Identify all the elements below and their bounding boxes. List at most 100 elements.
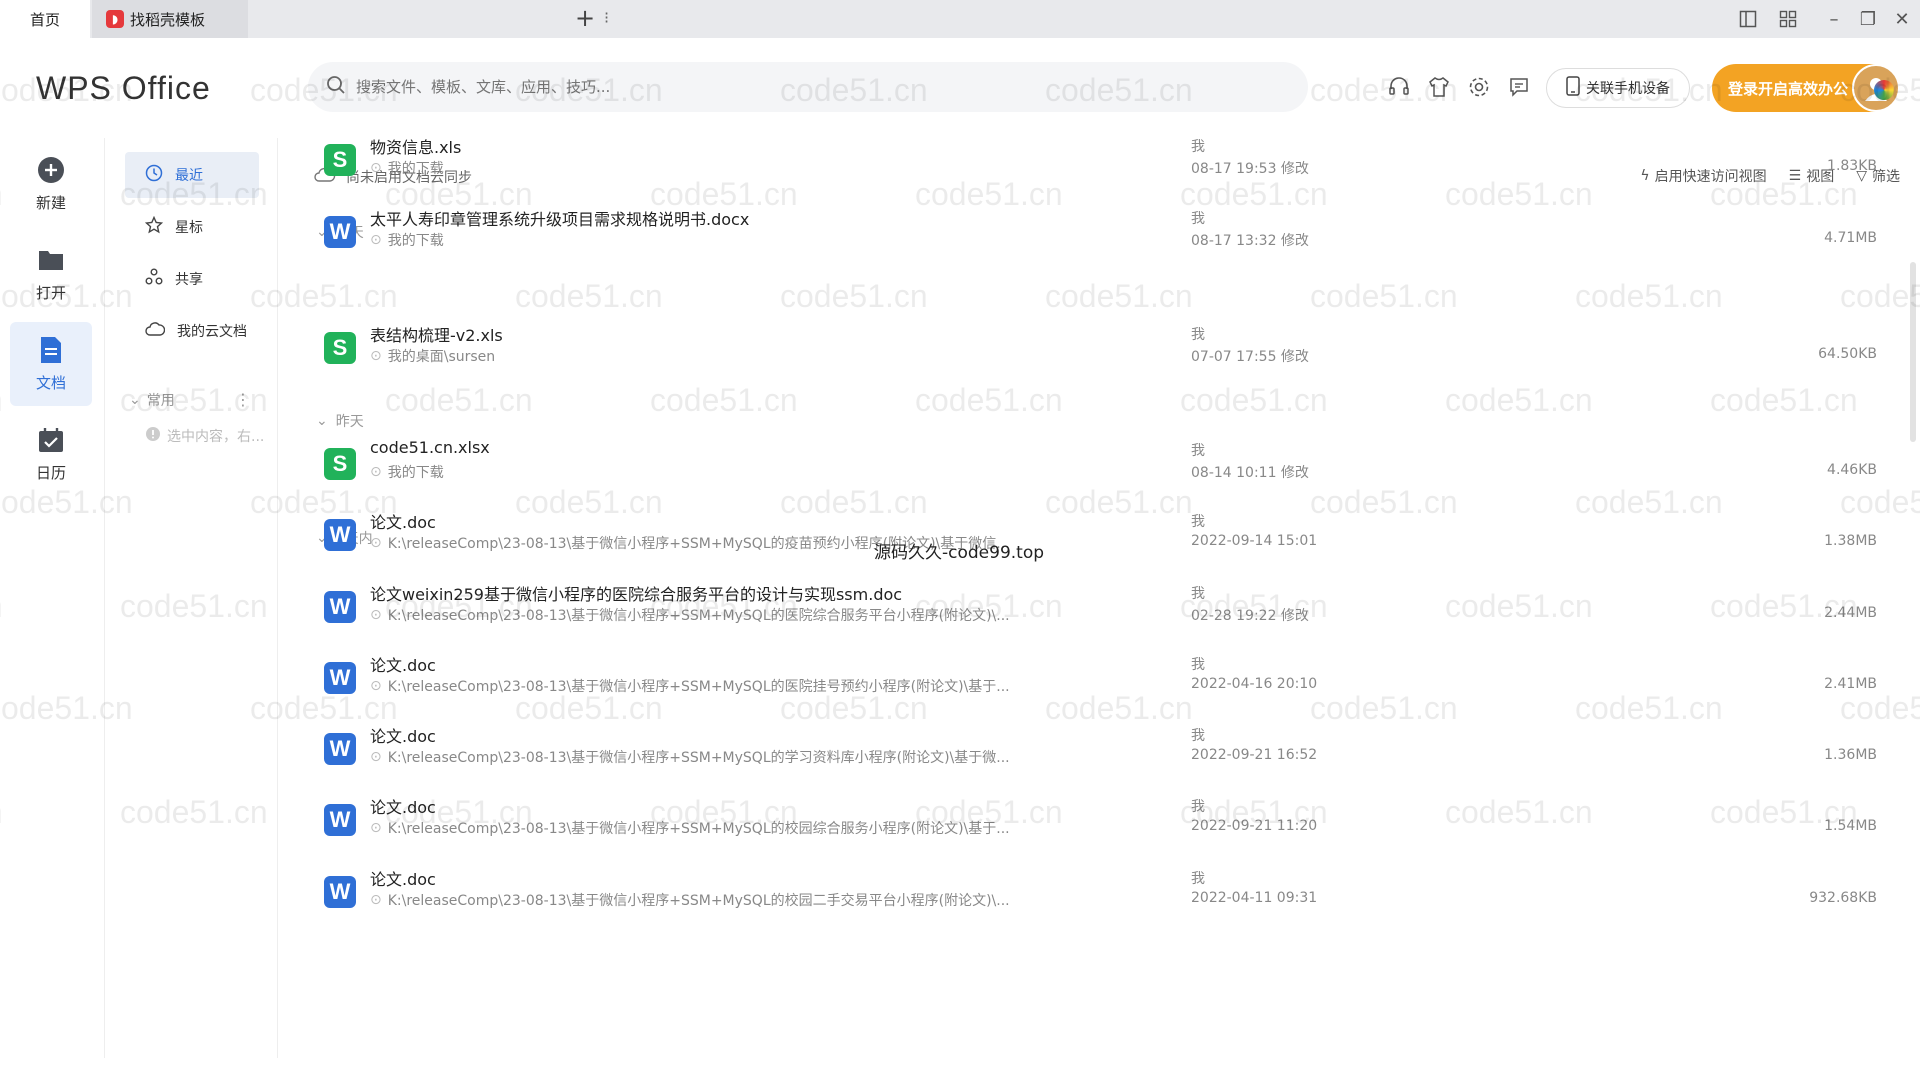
file-row[interactable]: W 论文.doc ⊙ K:\releaseComp\23-08-13\基于微信小程序+… (300, 648, 1900, 718)
chevron-down-icon: ⌄ (129, 392, 141, 408)
hint-text: 选中内容，右... (167, 429, 265, 445)
file-name[interactable]: 论文.doc (370, 652, 436, 676)
file-name[interactable]: code51.cn.xlsx (370, 438, 490, 457)
file-row[interactable]: W 论文weixin259基于微信小程序的医院综合服务平台的设计与实现ssm.do… (300, 577, 1900, 647)
file-row[interactable]: W 论文.doc ⊙ K:\releaseComp\23-08-13\基于微信小程序+… (300, 719, 1900, 789)
file-size: 932.68KB (1809, 890, 1877, 906)
file-date: 2022-09-21 11:20 (1191, 818, 1318, 834)
restore-icon[interactable]: ❐ (1852, 4, 1884, 34)
file-row[interactable]: W 论文.doc ⊙ K:\releaseComp\23-08-13\基于微信小程序+… (300, 862, 1900, 932)
grid-view-icon[interactable] (1772, 4, 1804, 34)
file-path: ⊙ 我的桌面\sursen (370, 346, 495, 366)
location-icon: ⊙ (370, 678, 382, 694)
left-nav: 新建 打开 文档 日历 (0, 138, 104, 1058)
file-size: 1.38MB (1824, 533, 1877, 549)
sidebar-item-cloud[interactable]: 我的云文档 (125, 308, 259, 354)
file-path: ⊙ 我的下载 (370, 462, 444, 482)
doc-sidebar: 最近 星标 共享 我的云文档 ⌄ 常用 ⋮ 选中内容，右... (104, 138, 278, 1058)
docer-logo-icon: ◗ (106, 10, 124, 28)
clock-icon (145, 164, 163, 186)
file-date: 2022-09-21 16:52 (1191, 747, 1318, 763)
favorites-group[interactable]: ⌄ 常用 (129, 390, 175, 410)
file-path: ⊙ K:\releaseComp\23-08-13\基于微信小程序+SSM+MyS… (370, 605, 1010, 625)
file-row[interactable]: W 论文.doc ⊙ K:\releaseComp\23-08-13\基于微信小程序+… (300, 505, 1900, 575)
file-owner: 我 (1191, 139, 1205, 155)
app-header: WPS Office 关联手机设备 登录开启高效办公 (0, 38, 1920, 138)
file-owner: 我 (1191, 514, 1205, 530)
file-name[interactable]: 太平人寿印章管理系统升级项目需求规格说明书.docx (370, 206, 749, 230)
scrollbar[interactable] (1910, 262, 1916, 442)
spreadsheet-file-icon: S (324, 144, 356, 176)
file-owner: 我 (1191, 728, 1205, 744)
file-owner: 我 (1191, 443, 1205, 459)
file-date: 08-17 19:53 修改 (1191, 161, 1309, 177)
file-path: ⊙ K:\releaseComp\23-08-13\基于微信小程序+SSM+MyS… (370, 818, 1010, 838)
sidebar-item-shared[interactable]: 共享 (125, 256, 259, 302)
file-path: ⊙ 我的下载 (370, 230, 444, 250)
nav-new[interactable]: 新建 (10, 142, 92, 226)
file-owner: 我 (1191, 657, 1205, 673)
word-file-icon: W (324, 733, 356, 765)
nav-open[interactable]: 打开 (10, 232, 92, 316)
login-label: 登录开启高效办公 (1728, 79, 1849, 98)
search-input[interactable] (356, 78, 1256, 96)
word-file-icon: W (324, 216, 356, 248)
tab-label: 首页 (29, 10, 60, 29)
file-path: ⊙ K:\releaseComp\23-08-13\基于微信小程序+SSM+MyS… (370, 747, 1010, 767)
file-name[interactable]: 论文.doc (370, 866, 436, 890)
file-row[interactable]: S 物资信息.xls ⊙ 我的下载 我 08-17 19:53 修改 1.83KB (300, 130, 1900, 200)
file-owner: 我 (1191, 799, 1205, 815)
file-size: 2.41MB (1824, 676, 1877, 692)
file-owner: 我 (1191, 211, 1205, 227)
file-path: ⊙ K:\releaseComp\23-08-13\基于微信小程序+SSM+MyS… (370, 676, 1010, 696)
chevron-down-icon: ⌄ (316, 413, 328, 429)
file-name[interactable]: 论文weixin259基于微信小程序的医院综合服务平台的设计与实现ssm.doc (370, 581, 902, 605)
file-row[interactable]: W 太平人寿印章管理系统升级项目需求规格说明书.docx ⊙ 我的下载 我 08-17 1… (300, 202, 1900, 272)
star-icon (144, 215, 164, 238)
file-size: 1.54MB (1824, 818, 1877, 834)
nav-calendar[interactable]: 日历 (10, 412, 92, 496)
group-yesterday[interactable]: ⌄ 昨天 (316, 411, 364, 431)
location-icon: ⊙ (370, 749, 382, 765)
search-bar[interactable] (308, 62, 1308, 112)
file-row[interactable]: S 表结构梳理-v2.xls ⊙ 我的桌面\sursen 我 07-07 17:55 修改… (300, 318, 1900, 388)
nav-label: 新建 (35, 193, 66, 212)
folder-icon (37, 246, 65, 274)
file-row[interactable]: Scode51.cn.xlsx ⊙ 我的下载 我 08-14 10:11 修改 4.46K… (300, 434, 1900, 504)
file-name[interactable]: 论文.doc (370, 723, 436, 747)
new-tab-icon[interactable]: + (575, 4, 595, 32)
sidebar-item-recent[interactable]: 最近 (125, 152, 259, 198)
spreadsheet-file-icon: S (324, 448, 356, 480)
nav-documents[interactable]: 文档 (10, 322, 92, 406)
file-name[interactable]: 表结构梳理-v2.xls (370, 322, 503, 346)
skin-shirt-icon[interactable] (1426, 74, 1452, 100)
group-more-icon[interactable]: ⋮ (235, 390, 251, 409)
tab-more-icon[interactable]: ⁝ (604, 8, 609, 27)
file-date: 2022-09-14 15:01 (1191, 533, 1318, 549)
close-icon[interactable]: ✕ (1886, 4, 1918, 34)
location-icon: ⊙ (370, 607, 382, 623)
file-path-text: K:\releaseComp\23-08-13\基于微信小程序+SSM+MySQ… (387, 821, 1010, 837)
link-phone-button[interactable]: 关联手机设备 (1546, 68, 1690, 108)
word-file-icon: W (324, 519, 356, 551)
info-icon (145, 426, 161, 446)
calendar-icon (37, 426, 65, 454)
headset-icon[interactable] (1386, 74, 1412, 100)
file-name[interactable]: 论文.doc (370, 794, 436, 818)
minimize-icon[interactable]: – (1818, 4, 1850, 34)
file-path-text: 我的下载 (387, 161, 444, 177)
cloud-icon (145, 320, 166, 342)
tab-templates[interactable]: ◗ 找稻壳模板 (92, 0, 248, 38)
sidebar-item-label: 星标 (175, 220, 203, 236)
message-icon[interactable] (1506, 74, 1532, 100)
tab-home[interactable]: 首页 (0, 0, 90, 38)
file-row[interactable]: W 论文.doc ⊙ K:\releaseComp\23-08-13\基于微信小程序+… (300, 790, 1900, 860)
file-name[interactable]: 物资信息.xls (370, 134, 461, 158)
word-file-icon: W (324, 804, 356, 836)
sidebar-toggle-icon[interactable] (1732, 4, 1764, 34)
file-name[interactable]: 论文.doc (370, 509, 436, 533)
settings-gear-icon[interactable] (1466, 74, 1492, 100)
sidebar-item-starred[interactable]: 星标 (125, 204, 259, 250)
link-phone-label: 关联手机设备 (1586, 81, 1670, 97)
file-size: 4.71MB (1824, 230, 1877, 246)
